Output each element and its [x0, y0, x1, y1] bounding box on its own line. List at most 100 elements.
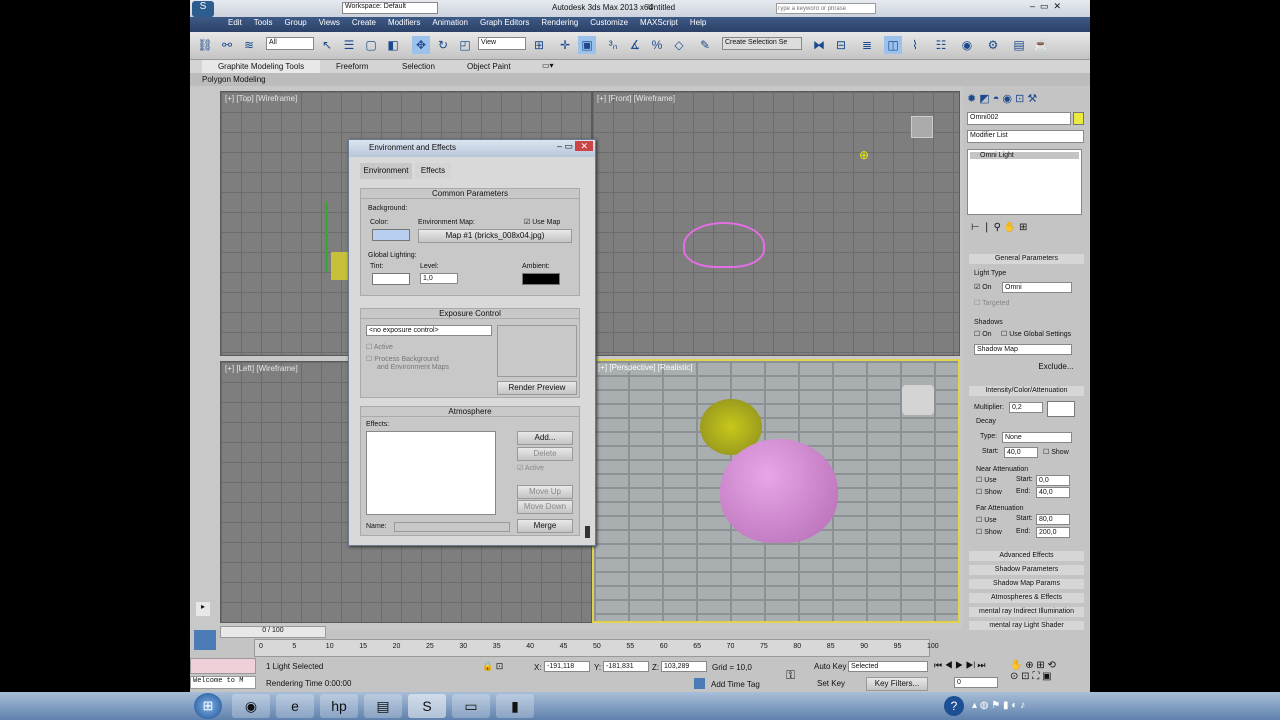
effects-list[interactable] — [366, 431, 496, 515]
rollout-atmospheres-effects[interactable]: Atmospheres & Effects — [969, 593, 1084, 603]
render-preview-button[interactable]: Render Preview — [497, 381, 577, 395]
schematic-view-icon[interactable]: ☷ — [932, 36, 950, 54]
window-controls[interactable]: – ▭ ✕ — [1030, 1, 1061, 12]
time-tag-icon[interactable] — [694, 678, 705, 689]
viewport-perspective[interactable]: [+] [Perspective] [Realistic] — [592, 359, 960, 623]
tab-object-paint[interactable]: Object Paint — [467, 62, 511, 71]
taskbar-app-icon[interactable]: ▮ — [496, 694, 534, 718]
mini-curve-icon[interactable] — [194, 630, 216, 650]
selection-filter-dropdown[interactable]: All — [266, 37, 314, 50]
navigation-controls[interactable]: ✋ ⊕ ⊞ ⟲ ⊙ ⊡ ⛶ ▣ — [1010, 660, 1056, 682]
targeted-checkbox[interactable]: ☐ Targeted — [974, 299, 1009, 307]
light-on-checkbox[interactable]: ☑ On — [974, 283, 992, 291]
mirror-icon[interactable]: ⧓ — [810, 36, 828, 54]
align-icon[interactable]: ⊟ — [832, 36, 850, 54]
object-name-field[interactable]: Omni002 — [967, 112, 1071, 125]
atmosphere-header[interactable]: Atmosphere — [361, 407, 579, 417]
add-time-tag[interactable]: Add Time Tag — [711, 680, 760, 689]
level-spinner[interactable]: 1,0 — [420, 273, 458, 284]
set-key-icon[interactable]: ⚿ — [786, 668, 795, 683]
viewport-front[interactable]: [+] [Front] [Wireframe] ⊕ — [592, 91, 960, 356]
stack-item-omni-light[interactable]: Omni Light — [970, 152, 1079, 159]
merge-button[interactable]: Merge — [517, 519, 573, 533]
tab-graphite[interactable]: Graphite Modeling Tools — [202, 60, 320, 73]
tab-selection[interactable]: Selection — [402, 62, 435, 71]
viewport-top-label[interactable]: [+] [Top] [Wireframe] — [225, 94, 297, 103]
rectangle-selection-icon[interactable]: ▢ — [362, 36, 380, 54]
move-up-button[interactable]: Move Up — [517, 485, 573, 499]
taskbar-media-icon[interactable]: ◉ — [232, 694, 270, 718]
environment-map-button[interactable]: Map #1 (bricks_008x04.jpg) — [418, 229, 572, 243]
layer-manager-icon[interactable]: ≣ — [858, 36, 876, 54]
named-selection-sets[interactable]: Create Selection Se — [722, 37, 802, 50]
reference-coord-dropdown[interactable]: View — [478, 37, 526, 50]
viewcube-icon[interactable] — [911, 116, 933, 138]
rotate-icon[interactable]: ↻ — [434, 36, 452, 54]
keyboard-shortcut-icon[interactable]: ▣ — [578, 36, 596, 54]
rollout-advanced-effects[interactable]: Advanced Effects — [969, 551, 1084, 561]
dialog-scrollbar[interactable] — [585, 526, 590, 538]
menu-edit[interactable]: Edit — [222, 17, 248, 28]
menu-tools[interactable]: Tools — [248, 17, 279, 28]
app-logo-icon[interactable]: S — [192, 1, 214, 17]
decay-start-spinner[interactable]: 40,0 — [1004, 447, 1038, 458]
modifier-stack[interactable]: Omni Light — [967, 149, 1082, 215]
light-color-swatch[interactable] — [1047, 401, 1075, 417]
system-tray-icons[interactable]: ▴ ◍ ⚑ ▮ ◐ ♪ — [972, 700, 1025, 711]
menu-customize[interactable]: Customize — [584, 17, 634, 28]
taskbar-explorer-icon[interactable]: ▤ — [364, 694, 402, 718]
shadows-on-checkbox[interactable]: ☐ On — [974, 330, 992, 338]
general-parameters-header[interactable]: General Parameters — [969, 254, 1084, 264]
percent-snap-icon[interactable]: % — [648, 36, 666, 54]
help-icon[interactable]: ? — [944, 696, 964, 716]
rollout-mental-ray-gi[interactable]: mental ray Indirect Illumination — [969, 607, 1084, 617]
tab-environment[interactable]: Environment — [360, 163, 412, 179]
command-panel-tabs[interactable]: ✹ ◩ ◓ ◉ ⊡ ⚒ — [967, 92, 1087, 105]
exposure-type-dropdown[interactable]: <no exposure control> — [366, 325, 492, 336]
menu-graph-editors[interactable]: Graph Editors — [474, 17, 535, 28]
bind-spacewarp-icon[interactable]: ≋ — [240, 36, 258, 54]
menu-group[interactable]: Group — [278, 17, 312, 28]
key-filters-button[interactable]: Key Filters... — [866, 677, 928, 691]
tab-effects[interactable]: Effects — [415, 163, 451, 179]
near-start-spinner[interactable]: 0,0 — [1036, 475, 1070, 486]
menu-modifiers[interactable]: Modifiers — [382, 17, 426, 28]
light-type-dropdown[interactable]: Omni — [1002, 282, 1072, 293]
ambient-color-swatch[interactable] — [522, 273, 560, 285]
taskbar-3dsmax-icon[interactable]: S — [408, 694, 446, 718]
common-parameters-header[interactable]: Common Parameters — [361, 189, 579, 199]
exposure-control-header[interactable]: Exposure Control — [361, 309, 579, 319]
select-object-icon[interactable]: ↖ — [318, 36, 336, 54]
tint-color-swatch[interactable] — [372, 273, 410, 285]
far-use-checkbox[interactable]: ☐ Use — [976, 516, 997, 524]
window-crossing-icon[interactable]: ◧ — [384, 36, 402, 54]
expand-ribbon-icon[interactable]: ▸ — [196, 602, 210, 616]
ribbon-options-icon[interactable]: ▭▾ — [542, 61, 554, 70]
maxscript-input[interactable]: Welcome to M — [190, 676, 256, 689]
status-icons[interactable]: 🔒 ⊡ — [482, 661, 503, 672]
modifier-list-dropdown[interactable]: Modifier List — [967, 130, 1084, 143]
decay-type-dropdown[interactable]: None — [1002, 432, 1072, 443]
multiplier-spinner[interactable]: 0,2 — [1009, 402, 1043, 413]
render-production-icon[interactable]: ☕ — [1032, 36, 1050, 54]
workspace-dropdown[interactable]: Workspace: Default — [342, 2, 438, 14]
viewport-front-label[interactable]: [+] [Front] [Wireframe] — [597, 94, 675, 103]
search-input[interactable] — [776, 3, 876, 14]
polygon-modeling-label[interactable]: Polygon Modeling — [202, 75, 266, 84]
playback-controls[interactable]: ⏮ ◀ ▶ ▶❘ ⏭ — [934, 660, 986, 671]
viewcube-persp-icon[interactable] — [902, 385, 934, 415]
menu-rendering[interactable]: Rendering — [535, 17, 584, 28]
background-color-swatch[interactable] — [372, 229, 410, 241]
viewport-left-label[interactable]: [+] [Left] [Wireframe] — [225, 364, 298, 373]
shadow-type-dropdown[interactable]: Shadow Map — [974, 344, 1072, 355]
add-effect-button[interactable]: Add... — [517, 431, 573, 445]
render-setup-icon[interactable]: ⚙ — [984, 36, 1002, 54]
effect-name-field[interactable] — [394, 522, 510, 532]
decay-show-checkbox[interactable]: ☐ Show — [1043, 448, 1069, 456]
near-show-checkbox[interactable]: ☐ Show — [976, 488, 1002, 496]
taskbar-hp-icon[interactable]: hp — [320, 694, 358, 718]
rollout-shadow-parameters[interactable]: Shadow Parameters — [969, 565, 1084, 575]
menu-maxscript[interactable]: MAXScript — [634, 17, 684, 28]
far-show-checkbox[interactable]: ☐ Show — [976, 528, 1002, 536]
menu-views[interactable]: Views — [313, 17, 346, 28]
